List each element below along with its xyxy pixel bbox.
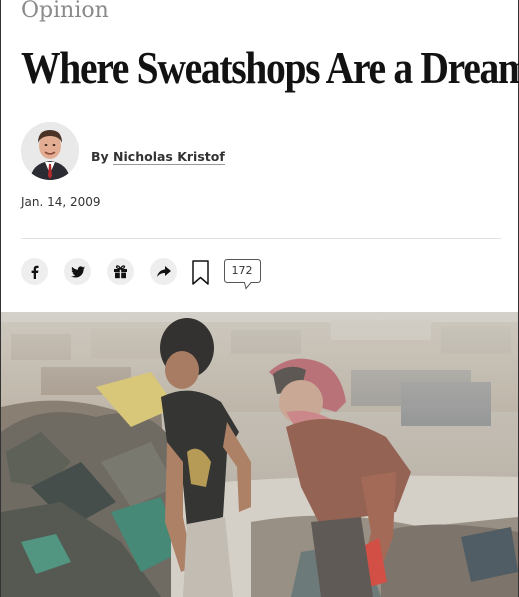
twitter-share-button[interactable] xyxy=(64,258,91,285)
share-arrow-icon xyxy=(156,265,171,277)
facebook-share-button[interactable] xyxy=(21,258,48,285)
bookmark-icon[interactable] xyxy=(192,260,209,285)
section-kicker[interactable]: Opinion xyxy=(21,0,109,26)
more-share-button[interactable] xyxy=(150,258,177,285)
lead-photo xyxy=(1,312,518,597)
author-avatar[interactable] xyxy=(21,122,79,180)
article-headline: Where Sweatshops Are a Dream xyxy=(21,43,519,93)
divider xyxy=(21,238,501,239)
facebook-icon xyxy=(31,265,38,279)
author-link[interactable]: Nicholas Kristof xyxy=(113,149,225,165)
twitter-icon xyxy=(70,265,85,278)
byline: By Nicholas Kristof xyxy=(91,149,225,165)
comment-count: 172 xyxy=(231,264,253,277)
byline-prefix: By xyxy=(91,149,109,164)
comments-button[interactable]: 172 xyxy=(224,259,261,294)
gift-article-button[interactable] xyxy=(107,258,134,285)
publish-date: Jan. 14, 2009 xyxy=(21,195,101,209)
gift-icon xyxy=(114,265,127,279)
